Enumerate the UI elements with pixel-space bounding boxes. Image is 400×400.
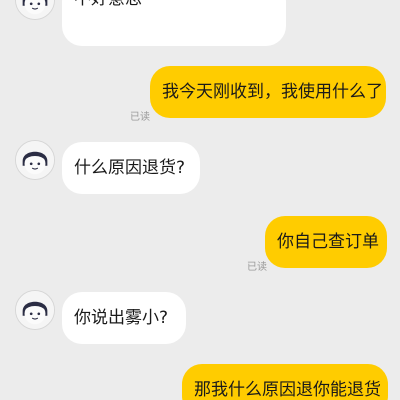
outgoing-message-bubble[interactable]: 你自己查订单 [265,216,387,268]
user-avatar-icon[interactable] [15,290,55,330]
message-text: 那我什么原因退你能退货 [194,380,381,400]
message-text: 你自己查订单 [277,232,379,252]
message-text: 什么原因退货? [74,158,186,178]
read-status: 已读 [130,112,150,123]
incoming-message-bubble[interactable]: 不好意思 [62,0,286,46]
message-text: 你说出雾小? [74,308,169,328]
user-avatar-icon[interactable] [15,0,55,20]
incoming-message-bubble[interactable]: 你说出雾小? [62,292,186,344]
chat-thread: 不好意思 我今天刚收到，我使用什么了 已读 什么原因退货? 你自己查订单 已读 [0,0,400,400]
user-avatar-icon[interactable] [15,140,55,180]
message-text-line: 不好意思 [74,0,274,12]
incoming-message-bubble[interactable]: 什么原因退货? [62,142,200,194]
outgoing-message-bubble[interactable]: 那我什么原因退你能退货 [182,364,388,400]
message-text: 我今天刚收到，我使用什么了 [162,82,383,102]
outgoing-message-bubble[interactable]: 我今天刚收到，我使用什么了 [150,66,386,118]
read-status: 已读 [247,262,267,273]
